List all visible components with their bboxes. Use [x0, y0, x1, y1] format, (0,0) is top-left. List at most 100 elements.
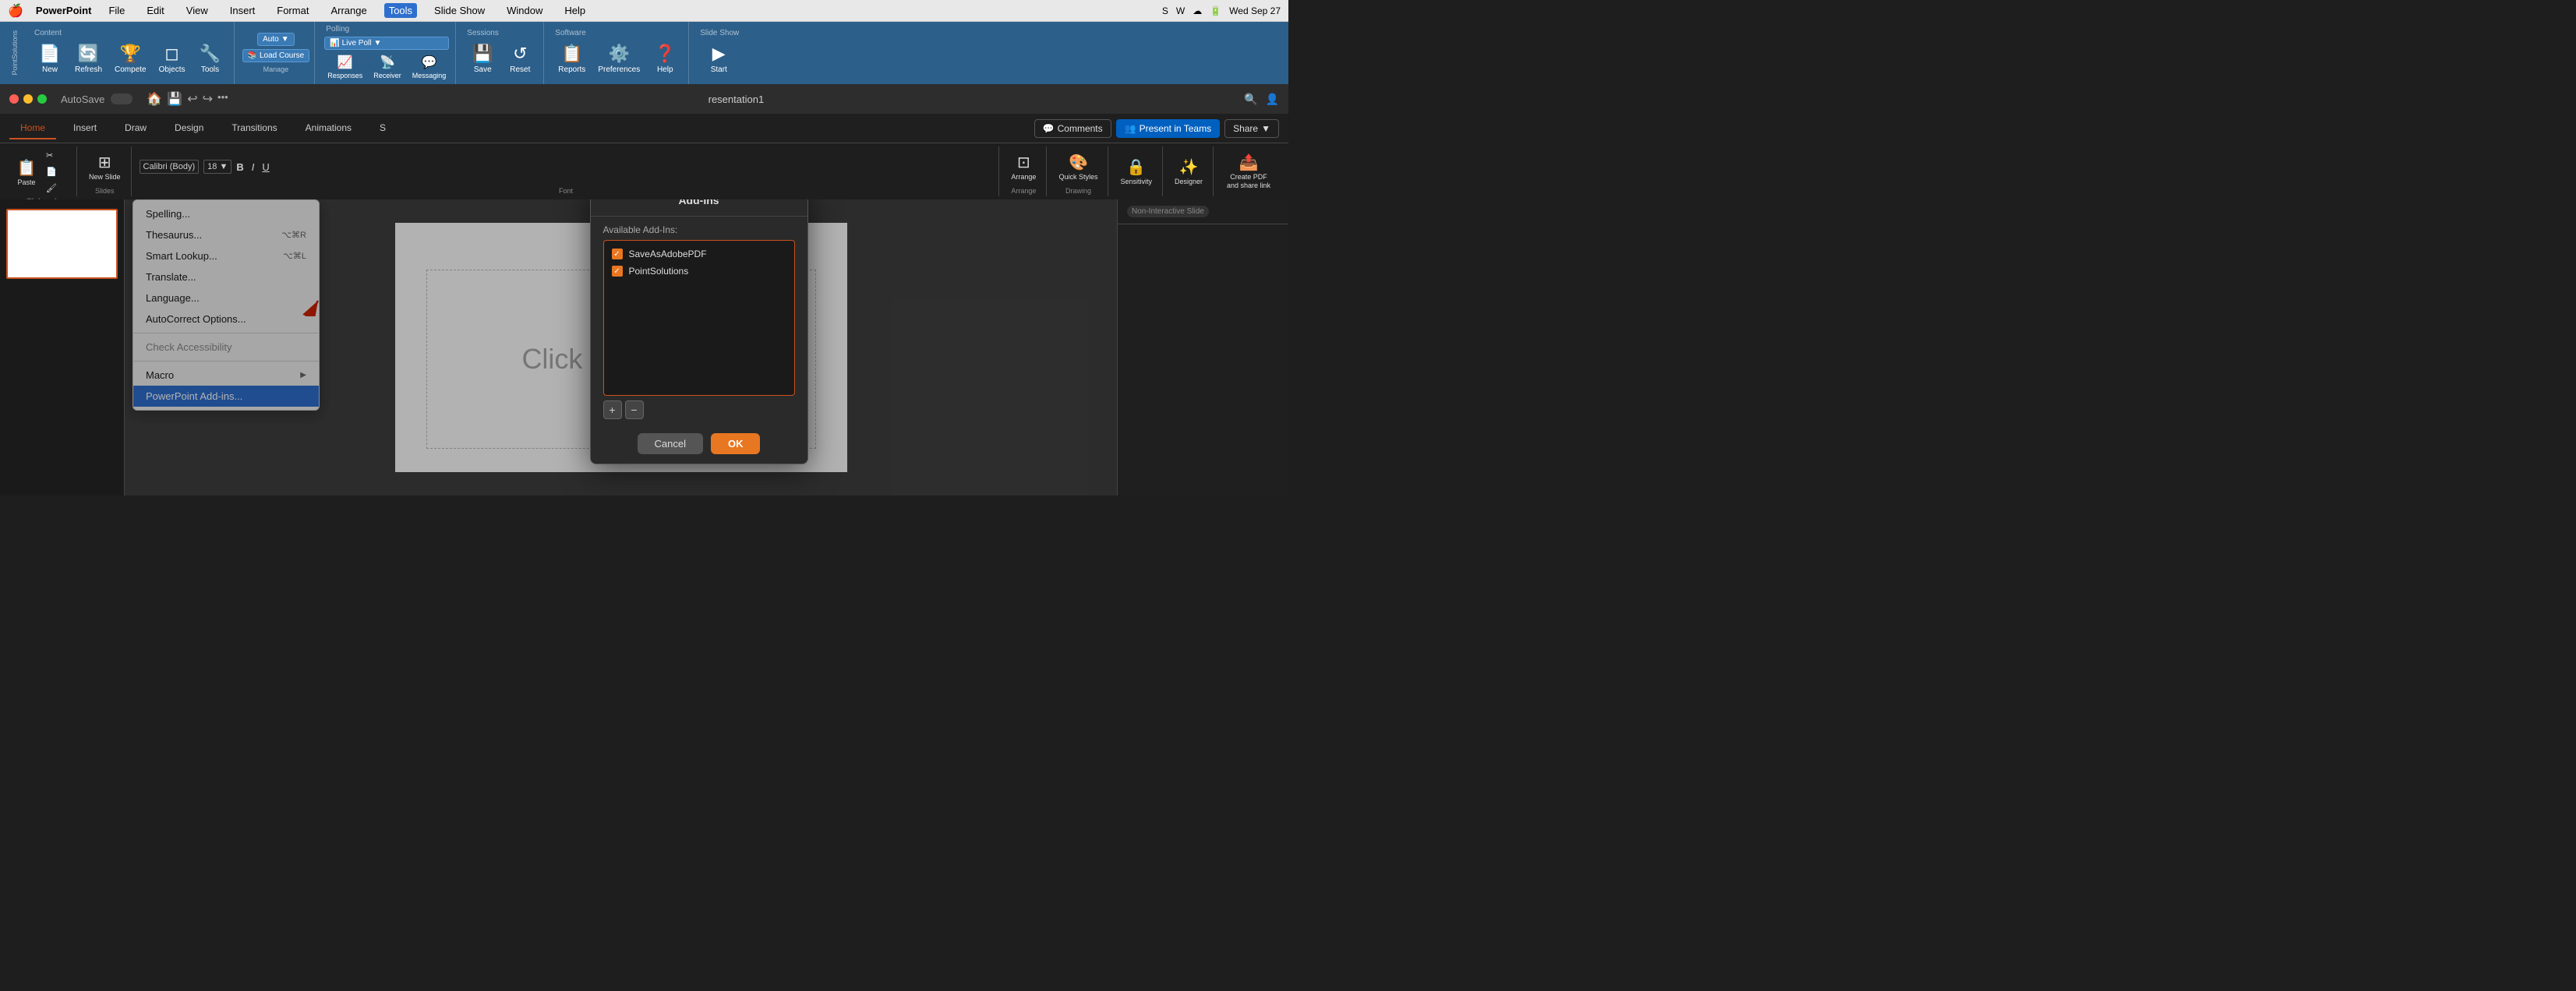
ps-reports-btn[interactable]: 📋 Reports [553, 41, 590, 77]
menu-edit[interactable]: Edit [142, 3, 168, 18]
ps-compete-btn[interactable]: 🏆 Compete [110, 41, 151, 77]
ps-objects-btn[interactable]: ◻ Objects [154, 41, 190, 77]
clipboard-buttons: 📋 Paste ✂ 📄 🖌 [12, 148, 70, 196]
arrange-btn[interactable]: ⊡ Arrange [1007, 150, 1040, 183]
ps-preferences-btn[interactable]: ⚙️ Preferences [593, 41, 645, 77]
menu-format[interactable]: Format [272, 3, 313, 18]
tab-animations[interactable]: Animations [295, 118, 362, 139]
tab-home[interactable]: Home [9, 118, 56, 139]
font-size-selector[interactable]: 18 ▼ [203, 160, 231, 174]
italic-btn[interactable]: I [249, 160, 258, 175]
menu-view[interactable]: View [182, 3, 213, 18]
new-slide-label: New Slide [89, 173, 121, 181]
maximize-button[interactable] [37, 94, 47, 104]
ps-manage-label: Manage [263, 65, 289, 73]
new-slide-btn[interactable]: ⊞ New Slide [85, 150, 125, 183]
tab-s[interactable]: S [369, 118, 397, 139]
copy-btn[interactable]: 📄 [42, 164, 70, 179]
share-icon[interactable]: 👤 [1266, 93, 1279, 106]
save-disk-icon[interactable]: 💾 [167, 91, 182, 107]
remove-addin-btn[interactable]: − [625, 400, 644, 419]
minimize-button[interactable] [23, 94, 33, 104]
drawing-label: Drawing [1055, 187, 1101, 195]
ps-tools-btn[interactable]: 🔧 Tools [193, 41, 228, 77]
create-pdf-icon: 📤 [1239, 153, 1259, 172]
quick-styles-buttons: 🎨 Quick Styles [1055, 148, 1101, 185]
ps-reset-label: Reset [510, 65, 530, 74]
ps-save-btn[interactable]: 💾 Save [465, 41, 500, 77]
comments-label: Comments [1058, 123, 1103, 134]
arrange-label: Arrange [1011, 173, 1036, 181]
search-icon[interactable]: 🔍 [1244, 93, 1257, 106]
home-icon[interactable]: 🏠 [147, 91, 162, 107]
dialog-cancel-btn[interactable]: Cancel [638, 433, 703, 454]
bold-btn[interactable]: B [233, 160, 246, 175]
dialog-addin-2[interactable]: ✓ PointSolutions [609, 263, 790, 280]
dialog-ok-btn[interactable]: OK [711, 433, 761, 454]
ps-help-label: Help [657, 65, 673, 74]
menu-tools[interactable]: Tools [384, 3, 417, 18]
apple-menu[interactable]: 🍎 [8, 3, 23, 19]
share-btn[interactable]: Share ▼ [1224, 119, 1279, 138]
autosave-toggle[interactable] [111, 93, 133, 104]
tab-transitions[interactable]: Transitions [221, 118, 288, 139]
new-slide-icon: ⊞ [98, 153, 111, 172]
close-button[interactable] [9, 94, 19, 104]
paste-btn[interactable]: 📋 Paste [12, 156, 41, 189]
present-teams-label: Present in Teams [1140, 123, 1212, 134]
ps-reset-btn[interactable]: ↺ Reset [503, 41, 537, 77]
more-icon[interactable]: ••• [217, 91, 228, 107]
menu-window[interactable]: Window [502, 3, 547, 18]
ps-new-btn[interactable]: 📄 New [33, 41, 67, 77]
ps-preferences-label: Preferences [598, 65, 640, 74]
redo-icon[interactable]: ↪ [203, 91, 213, 107]
tab-draw[interactable]: Draw [114, 118, 157, 139]
manage-loadcourse-btn[interactable]: 📚 Load Course [242, 49, 310, 62]
menu-insert[interactable]: Insert [225, 3, 260, 18]
ps-content-section: Content 📄 New 🔄 Refresh 🏆 Compete ◻ Obje… [27, 22, 235, 84]
font-selector[interactable]: Calibri (Body) [140, 160, 200, 174]
quick-styles-btn[interactable]: 🎨 Quick Styles [1055, 150, 1101, 183]
menu-help[interactable]: Help [560, 3, 590, 18]
create-pdf-btn[interactable]: 📤 Create PDF and share link [1221, 150, 1276, 192]
ps-refresh-label: Refresh [75, 65, 102, 74]
ps-refresh-btn[interactable]: 🔄 Refresh [70, 41, 107, 77]
present-teams-btn[interactable]: 👥 Present in Teams [1116, 119, 1220, 138]
cut-icon: ✂ [46, 150, 53, 160]
ps-software-label: Software [553, 29, 585, 37]
comments-btn[interactable]: 💬 Comments [1034, 119, 1111, 138]
slide-1-thumb[interactable]: 1 [6, 209, 118, 279]
cut-btn[interactable]: ✂ [42, 148, 70, 163]
canvas-area[interactable]: Click to add title Spelling... Thesaurus… [125, 199, 1117, 496]
dialog-addin-1[interactable]: ✓ SaveAsAdobePDF [609, 245, 790, 263]
menu-slideshow[interactable]: Slide Show [429, 3, 489, 18]
addin-1-checkbox[interactable]: ✓ [612, 249, 623, 259]
tab-design[interactable]: Design [164, 118, 214, 139]
live-poll-dropdown[interactable]: 📊 Live Poll ▼ [324, 37, 449, 50]
sensitivity-buttons: 🔒 Sensitivity [1116, 148, 1156, 195]
auto-label: Auto [263, 35, 279, 44]
manage-auto-dropdown[interactable]: Auto ▼ [257, 33, 294, 46]
addin-2-checkbox[interactable]: ✓ [612, 266, 623, 277]
underline-btn[interactable]: U [259, 160, 272, 175]
ribbon-quick-styles: 🎨 Quick Styles Drawing [1048, 146, 1108, 196]
ribbon-designer: ✨ Designer [1164, 146, 1214, 196]
cut-copy-group: ✂ 📄 🖌 [42, 148, 70, 196]
sensitivity-btn[interactable]: 🔒 Sensitivity [1116, 155, 1156, 188]
menu-file[interactable]: File [104, 3, 129, 18]
compete-icon: 🏆 [120, 44, 141, 64]
menu-arrange[interactable]: Arrange [326, 3, 371, 18]
ps-start-btn[interactable]: ▶ Start [701, 41, 736, 77]
designer-btn[interactable]: ✨ Designer [1171, 155, 1207, 188]
font-label: Font [140, 187, 993, 195]
ps-slideshow-section: Slide Show ▶ Start [692, 22, 745, 84]
ps-responses-btn[interactable]: 📈 Responses [324, 53, 366, 81]
ps-help-btn[interactable]: ❓ Help [648, 41, 682, 77]
ps-receiver-btn[interactable]: 📡 Receiver [370, 53, 405, 81]
ps-messaging-btn[interactable]: 💬 Messaging [409, 53, 450, 81]
undo-icon[interactable]: ↩ [187, 91, 197, 107]
ps-slideshow-buttons: ▶ Start [701, 41, 736, 77]
format-painter-btn[interactable]: 🖌 [42, 181, 70, 196]
tab-insert[interactable]: Insert [62, 118, 108, 139]
add-addin-btn[interactable]: + [603, 400, 622, 419]
